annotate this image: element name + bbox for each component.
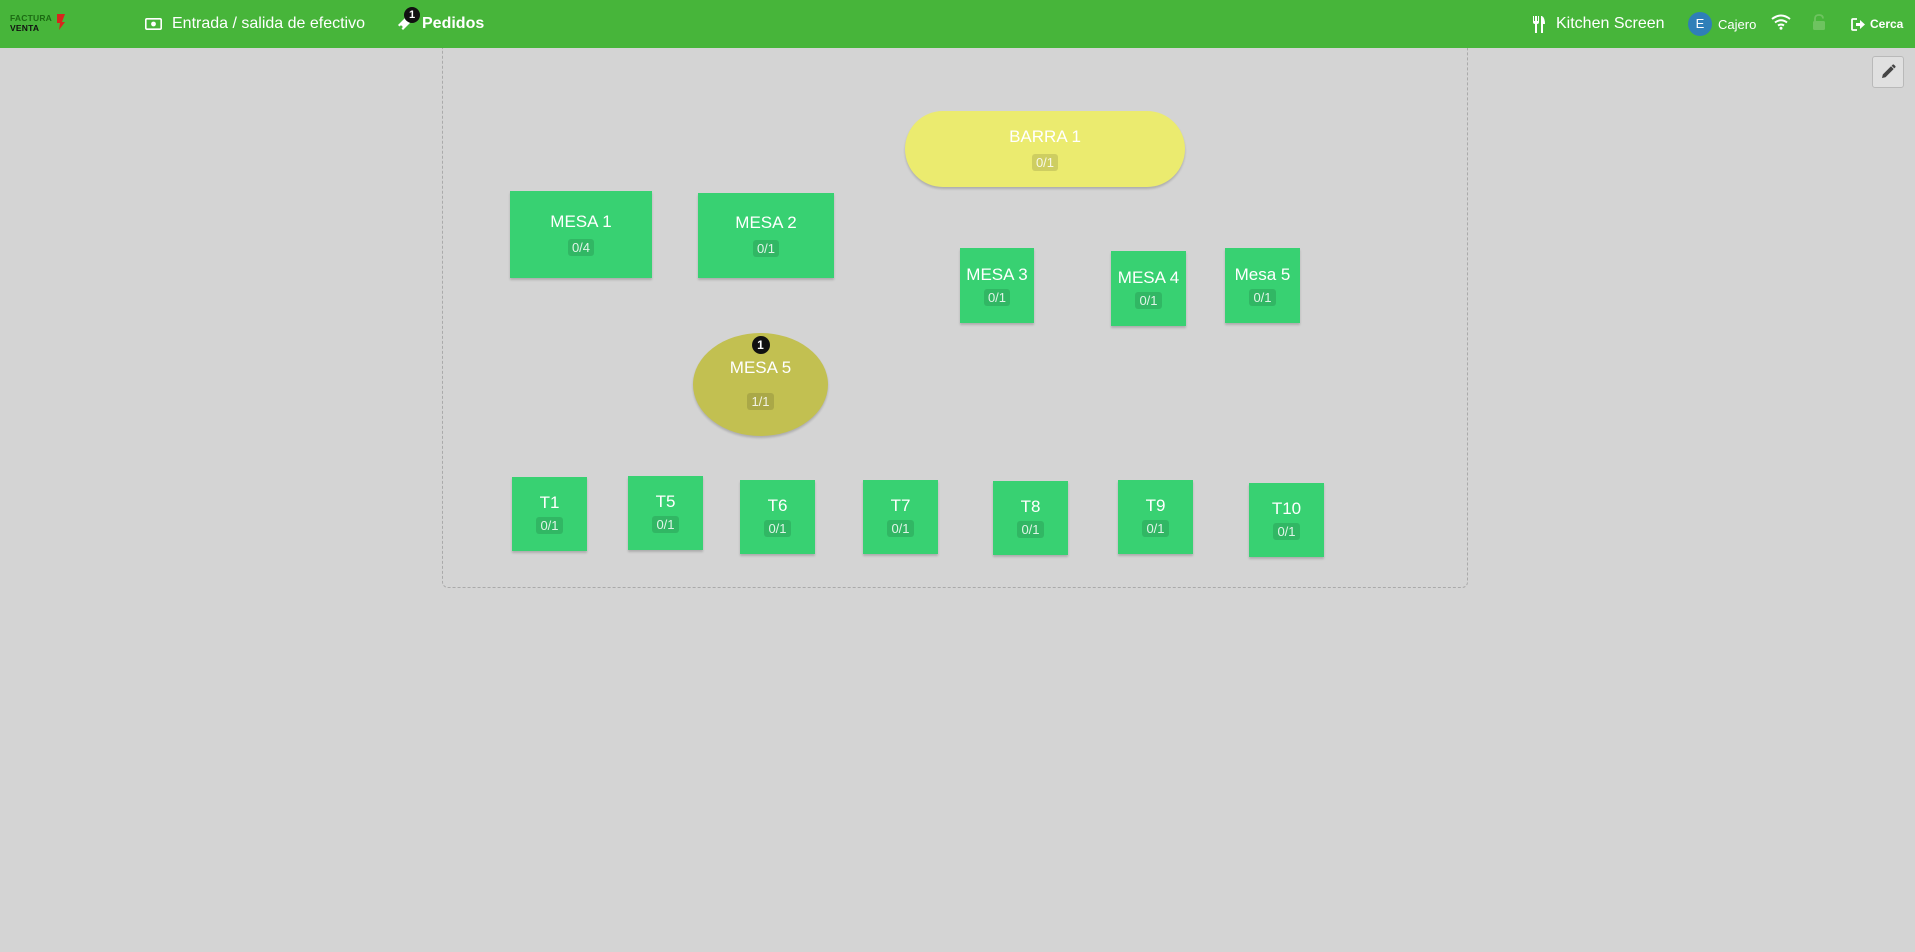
table-t7[interactable]: T7 0/1 [863,480,938,554]
table-occupancy: 0/1 [983,288,1011,306]
logo-text-bottom: VENTA [10,23,40,33]
table-t9[interactable]: T9 0/1 [1118,480,1193,554]
user-menu[interactable]: E Cajero [1688,0,1756,48]
table-occupancy: 0/1 [1142,520,1169,537]
utensils-icon [1532,15,1546,33]
lock-icon[interactable] [1812,14,1826,36]
table-t8[interactable]: T8 0/1 [993,481,1068,555]
table-occupancy: 0/1 [1249,288,1276,306]
table-t1[interactable]: T1 0/1 [512,477,587,551]
logo-text-top: FACTURA [10,13,53,23]
table-name: MESA 2 [735,213,797,232]
table-name: BARRA 1 [1009,126,1081,146]
cash-icon [145,18,162,30]
wifi-icon [1771,14,1791,35]
app-logo[interactable]: FACTURA VENTA [10,13,68,35]
orders-count-badge: 1 [404,7,420,23]
table-mesa-2[interactable]: MESA 2 0/1 [698,193,834,278]
table-mesa-4[interactable]: MESA 4 0/1 [1111,251,1186,326]
kitchen-screen-link[interactable]: Kitchen Screen [1532,0,1665,48]
table-name: MESA 5 [729,358,792,377]
table-occupancy: 0/1 [536,517,563,534]
table-order-badge: 1 [751,336,770,354]
pencil-icon [1882,64,1896,78]
table-occupancy: 0/1 [752,240,780,257]
table-occupancy: 0/1 [1273,523,1300,540]
cash-in-out-label: Entrada / salida de efectivo [172,15,366,32]
table-name: T6 [767,496,788,515]
table-occupancy: 0/1 [1135,291,1162,309]
cash-in-out-link[interactable]: Entrada / salida de efectivo [145,0,365,48]
table-name: MESA 4 [1117,267,1180,287]
table-name: T10 [1271,499,1302,518]
sign-out-icon [1851,17,1866,31]
table-name: T7 [890,496,911,515]
table-mesa-1[interactable]: MESA 1 0/4 [510,191,652,278]
table-name: T5 [655,492,676,511]
avatar: E [1688,12,1712,36]
table-occupancy: 0/1 [1017,521,1044,538]
table-mesa-5-square[interactable]: Mesa 5 0/1 [1225,248,1300,323]
edit-layout-button[interactable] [1872,56,1904,88]
table-t6[interactable]: T6 0/1 [740,480,815,554]
top-navbar: FACTURA VENTA Entrada / salida de efecti… [0,0,1915,48]
table-occupancy: 0/4 [567,239,595,256]
table-occupancy: 0/1 [1031,153,1059,171]
orders-link[interactable]: 1 Pedidos [396,0,484,48]
table-occupancy: 0/1 [887,520,914,537]
table-name: T1 [539,493,560,512]
sign-out-button[interactable]: Cerca [1851,0,1903,48]
table-occupancy: 0/1 [764,520,791,537]
orders-label: Pedidos [422,15,485,32]
table-barra-1[interactable]: BARRA 1 0/1 [905,111,1185,187]
table-t10[interactable]: T10 0/1 [1249,483,1324,557]
table-name: T9 [1145,496,1166,515]
sign-out-label: Cerca [1870,17,1904,31]
user-name: Cajero [1718,16,1757,32]
orders-icon: 1 [396,7,420,32]
table-occupancy: 1/1 [747,393,774,410]
logo-mark-icon [57,14,65,30]
table-name: T8 [1020,497,1041,516]
table-mesa-5-round[interactable]: 1 MESA 5 1/1 [693,333,828,436]
table-name: MESA 1 [550,212,612,231]
table-mesa-3[interactable]: MESA 3 0/1 [960,248,1034,323]
table-t5[interactable]: T5 0/1 [628,476,703,550]
kitchen-screen-label: Kitchen Screen [1556,15,1665,32]
table-name: MESA 3 [966,264,1028,284]
table-occupancy: 0/1 [652,516,679,533]
table-name: Mesa 5 [1234,264,1291,284]
